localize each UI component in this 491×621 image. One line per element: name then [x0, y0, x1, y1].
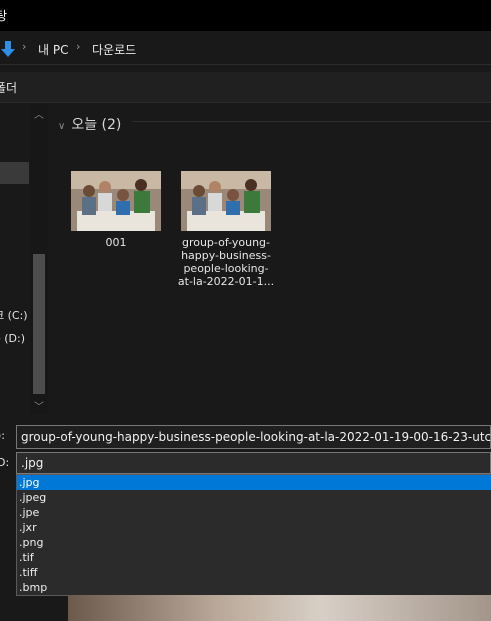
- group-divider: [132, 121, 491, 122]
- scroll-down-icon[interactable]: ﹀: [34, 398, 44, 413]
- file-type-option[interactable]: .tif: [17, 550, 491, 565]
- file-name-row: ): group-of-young-happy-business-people-…: [0, 425, 491, 449]
- address-bar[interactable]: › 내 PC › 다운로드: [0, 34, 491, 65]
- breadcrumb-downloads[interactable]: 다운로드: [92, 41, 136, 58]
- breadcrumb-separator: ›: [22, 40, 27, 53]
- file-type-option[interactable]: .jpeg: [17, 490, 491, 505]
- file-type-option[interactable]: .jpg: [17, 475, 491, 490]
- window-title: 탕: [0, 9, 8, 23]
- file-thumbnail[interactable]: [71, 171, 161, 231]
- file-name[interactable]: group-of-young-happy-business-people-loo…: [176, 236, 276, 288]
- background-photo: [68, 595, 491, 621]
- nav-scrollbar[interactable]: ︿ ﹀: [30, 104, 48, 414]
- file-name-input[interactable]: group-of-young-happy-business-people-loo…: [16, 425, 491, 449]
- photo-thumbnail-icon: [181, 171, 271, 231]
- nav-selected-item[interactable]: [0, 162, 29, 184]
- file-type-option[interactable]: .bmp: [17, 580, 491, 595]
- file-list: ∨ 오늘 (2) 001 group-of-young-happy-busine…: [48, 104, 491, 414]
- file-type-label: D:: [0, 456, 10, 469]
- new-folder-button[interactable]: 폴더: [0, 79, 17, 96]
- file-type-row: D: .jpg: [0, 452, 491, 476]
- scroll-thumb[interactable]: [33, 254, 45, 394]
- breadcrumb-this-pc[interactable]: 내 PC: [38, 41, 68, 58]
- file-name[interactable]: 001: [66, 236, 166, 249]
- file-type-select[interactable]: .jpg: [16, 452, 491, 474]
- download-arrow-icon[interactable]: [0, 39, 16, 59]
- group-label: 오늘 (2): [71, 117, 122, 133]
- group-header-today[interactable]: ∨ 오늘 (2): [58, 114, 121, 134]
- chevron-down-icon: ∨: [58, 121, 66, 132]
- file-type-selected: .jpg: [21, 456, 44, 470]
- file-type-dropdown[interactable]: .jpg .jpeg .jpe .jxr .png .tif .tiff .bm…: [16, 474, 491, 596]
- scroll-up-icon[interactable]: ︿: [34, 106, 44, 121]
- file-name-label: ):: [0, 429, 5, 442]
- nav-item-drive-d[interactable]: e (D:): [0, 332, 25, 345]
- command-bar: 폴더: [0, 72, 491, 103]
- file-type-option[interactable]: .jpe: [17, 505, 491, 520]
- file-thumbnail[interactable]: [181, 171, 271, 231]
- photo-thumbnail-icon: [71, 171, 161, 231]
- file-type-option[interactable]: .tiff: [17, 565, 491, 580]
- file-type-option[interactable]: .png: [17, 535, 491, 550]
- file-name-value: group-of-young-happy-business-people-loo…: [21, 430, 491, 444]
- title-bar: 탕: [0, 0, 491, 31]
- nav-item-drive-c[interactable]: 크 (C:): [0, 307, 28, 323]
- file-type-option[interactable]: .jxr: [17, 520, 491, 535]
- breadcrumb-separator: ›: [76, 40, 81, 53]
